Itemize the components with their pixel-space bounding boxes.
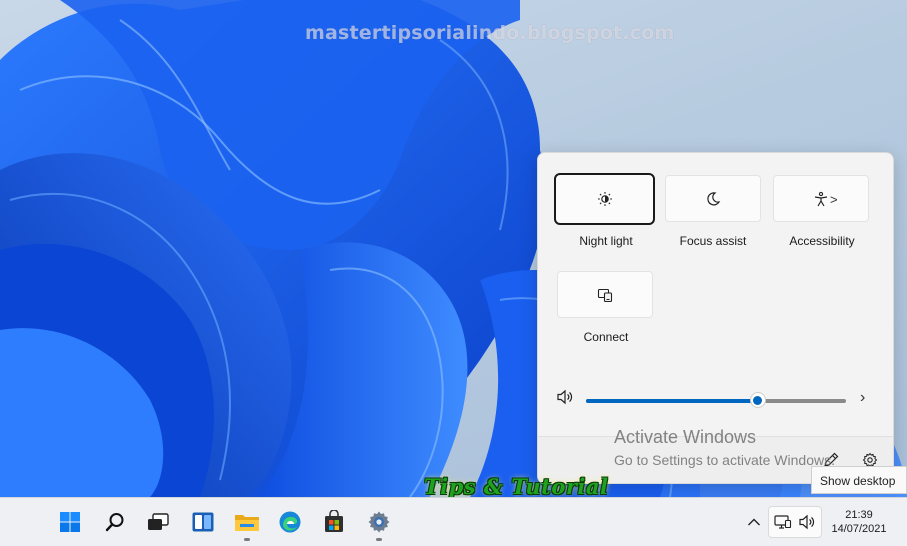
focus-assist-tile[interactable] bbox=[665, 175, 761, 222]
volume-thumb[interactable] bbox=[749, 392, 766, 408]
accessibility-label: Accessibility bbox=[789, 234, 855, 248]
widgets-icon bbox=[192, 512, 214, 532]
activate-windows-watermark: Activate Windows Go to Settings to activ… bbox=[614, 427, 835, 468]
accessibility-chevron-icon[interactable]: > bbox=[830, 192, 838, 207]
accessibility-icon bbox=[814, 191, 828, 206]
network-icon bbox=[774, 515, 792, 529]
clock-date: 14/07/2021 bbox=[831, 523, 887, 535]
volume-fill bbox=[586, 399, 758, 403]
windows-logo-icon bbox=[60, 512, 80, 532]
task-view-icon bbox=[148, 513, 169, 530]
widgets-button[interactable] bbox=[186, 506, 220, 538]
speaker-icon[interactable] bbox=[556, 389, 574, 405]
running-indicator bbox=[244, 538, 250, 541]
speaker-icon bbox=[799, 514, 815, 530]
file-explorer-button[interactable] bbox=[230, 506, 264, 541]
edge-button[interactable] bbox=[273, 506, 307, 538]
cast-icon bbox=[597, 288, 613, 302]
night-light-label: Night light bbox=[579, 234, 633, 248]
folder-icon bbox=[235, 515, 259, 531]
volume-slider[interactable] bbox=[586, 392, 846, 408]
connect-label: Connect bbox=[583, 330, 629, 344]
task-view-button[interactable] bbox=[141, 506, 175, 538]
activate-title: Activate Windows bbox=[614, 427, 757, 447]
chevron-up-icon bbox=[748, 518, 760, 526]
clock[interactable]: 21:39 14/07/2021 bbox=[826, 508, 892, 536]
gear-icon bbox=[368, 511, 390, 533]
brand-overlay-text: Tips & Tutorial bbox=[424, 474, 609, 499]
night-light-icon bbox=[597, 192, 612, 206]
activate-subtitle: Go to Settings to activate Windows. bbox=[614, 452, 835, 468]
edge-icon bbox=[279, 511, 301, 533]
connect-tile[interactable] bbox=[557, 271, 653, 318]
settings-button[interactable] bbox=[362, 506, 396, 541]
accessibility-tile[interactable]: > bbox=[773, 175, 869, 222]
show-desktop-tooltip: Show desktop bbox=[811, 466, 907, 494]
search-icon bbox=[105, 513, 124, 532]
store-icon bbox=[325, 510, 343, 532]
focus-assist-label: Focus assist bbox=[679, 234, 747, 248]
chevron-right-icon[interactable]: › bbox=[860, 389, 865, 407]
watermark-text: mastertipsorialindo.blogspot.com bbox=[305, 22, 675, 44]
start-button[interactable] bbox=[53, 506, 87, 538]
show-hidden-icons-button[interactable] bbox=[742, 506, 766, 538]
night-light-tile[interactable] bbox=[554, 173, 655, 225]
search-button[interactable] bbox=[98, 506, 132, 538]
store-button[interactable] bbox=[317, 506, 351, 538]
taskbar: 21:39 14/07/2021 bbox=[0, 497, 907, 546]
clock-time: 21:39 bbox=[845, 509, 873, 521]
running-indicator bbox=[376, 538, 382, 541]
moon-icon bbox=[707, 191, 721, 205]
quick-settings-tray-button[interactable] bbox=[768, 506, 822, 538]
